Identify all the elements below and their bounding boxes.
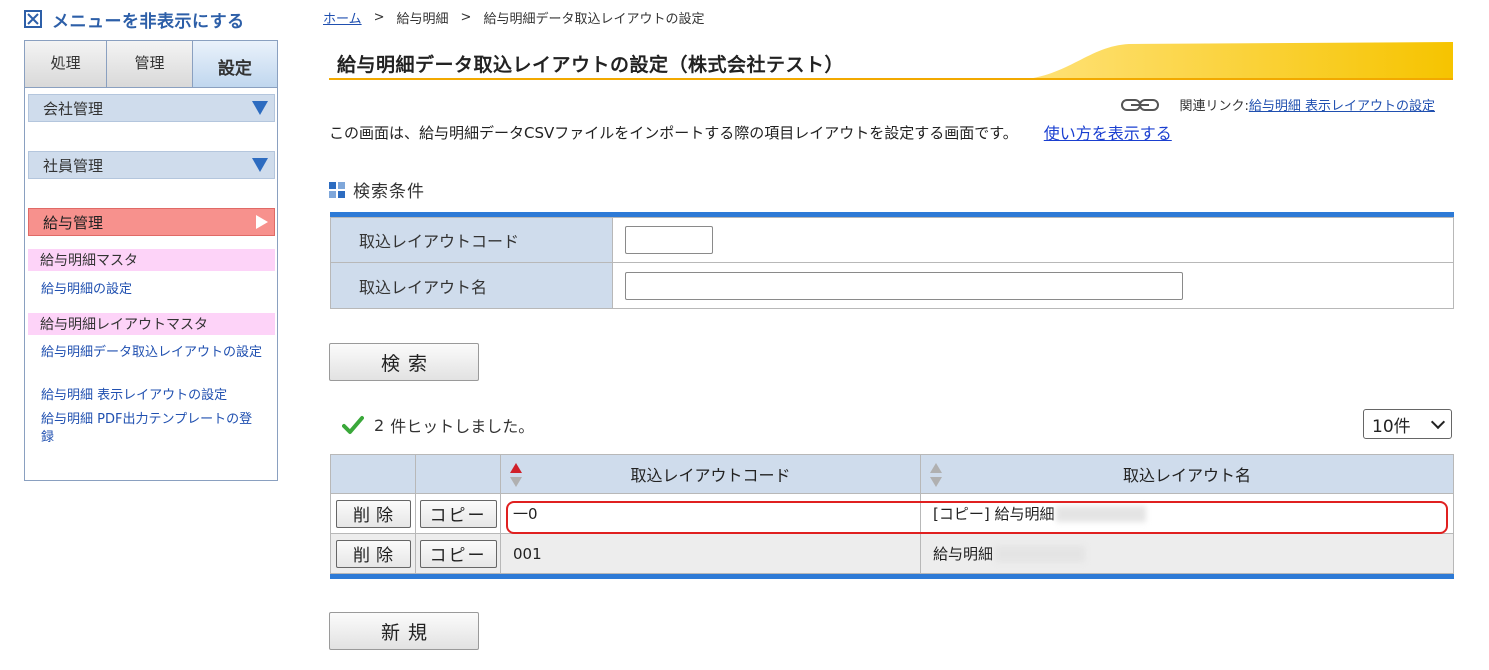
code-label: 取込レイアウトコード [331,218,613,262]
search-heading-label: 検索条件 [353,182,425,202]
column-header-label: 取込レイアウトコード [630,466,791,485]
section-label: 社員管理 [43,156,104,175]
name-cell [613,263,1453,308]
copy-button[interactable]: コピー [419,499,497,528]
copy-cell: コピー [416,534,501,573]
sidebar-link-import-layout[interactable]: 給与明細データ取込レイアウトの設定 [41,344,263,362]
code-cell [613,218,1453,262]
breadcrumb: ホーム > 給与明細 > 給与明細データ取込レイアウトの設定 [323,8,704,27]
breadcrumb-home[interactable]: ホーム [323,8,362,27]
chain-link-icon [1121,98,1160,111]
breadcrumb-current: 給与明細データ取込レイアウトの設定 [483,12,705,27]
description-text: この画面は、給与明細データCSVファイルをインポートする際の項目レイアウトを設定… [329,123,1018,142]
layout-name-input[interactable] [625,271,1183,300]
delete-button[interactable]: 削除 [335,539,411,568]
redacted-area [995,545,1086,562]
tab-management[interactable]: 管理 [107,41,193,88]
page-title-bar: 給与明細データ取込レイアウトの設定（株式会社テスト） [329,42,1453,80]
subhead-payslip-master: 給与明細マスタ [28,249,275,271]
column-header-code[interactable]: 取込レイアウトコード [501,455,921,493]
results-table: 取込レイアウトコード 取込レイアウト名 削除 コピー 一0 [コピー] 給与明細… [330,454,1454,579]
sort-icon[interactable] [929,462,943,488]
new-button[interactable]: 新規 [329,612,479,650]
hide-menu-toggle[interactable]: メニューを非表示にする [24,8,245,32]
delete-cell: 削除 [331,494,416,533]
triangle-down-icon [252,158,268,172]
hide-menu-label: メニューを非表示にする [52,11,245,32]
close-box-icon [24,10,42,28]
breadcrumb-separator: > [460,10,472,25]
tab-settings[interactable]: 設定 [192,41,277,88]
sidebar-menu: 会社管理 社員管理 給与管理 給与明細マスタ 給与明細の設定 給与明細レイアウト… [24,87,278,481]
sidebar-link-display-layout[interactable]: 給与明細 表示レイアウトの設定 [41,387,263,405]
copy-cell: コピー [416,494,501,533]
copy-button[interactable]: コピー [419,539,497,568]
sidebar-section-payroll[interactable]: 給与管理 [28,208,275,236]
show-help-link[interactable]: 使い方を表示する [1044,120,1172,144]
code-cell: 001 [501,534,921,573]
per-page-value: 10件 [1372,416,1411,437]
name-text: 給与明細 [933,545,994,563]
layout-code-input[interactable] [625,226,713,254]
header-empty-delete [331,455,416,493]
hit-suffix: 件ヒットしました。 [390,417,535,436]
triangle-right-icon [256,215,268,229]
section-label: 給与管理 [43,213,104,232]
breadcrumb-level1: 給与明細 [396,12,449,27]
name-label: 取込レイアウト名 [331,263,613,308]
delete-cell: 削除 [331,534,416,573]
triangle-down-icon [252,101,268,115]
grid-icon [329,181,345,198]
hit-count: 2 [374,415,385,435]
sidebar-link-payslip-settings[interactable]: 給与明細の設定 [41,281,263,299]
breadcrumb-separator: > [373,10,385,25]
table-header-row: 取込レイアウトコード 取込レイアウト名 [330,454,1454,494]
per-page-select[interactable]: 10件 [1363,409,1452,439]
page-title: 給与明細データ取込レイアウトの設定（株式会社テスト） [337,54,845,76]
search-button[interactable]: 検索 [329,343,479,381]
name-text: [コピー] 給与明細 [933,505,1055,523]
check-icon [342,416,364,434]
chevron-down-icon [1430,414,1446,429]
section-label: 会社管理 [43,99,104,118]
header-empty-copy [416,455,501,493]
delete-button[interactable]: 削除 [335,499,411,528]
search-form: 取込レイアウトコード 取込レイアウト名 [330,212,1454,309]
sidebar-section-employee[interactable]: 社員管理 [28,151,275,179]
form-row-code: 取込レイアウトコード [330,217,1454,263]
sidebar-tabs: 処理 管理 設定 [24,40,278,88]
related-label: 関連リンク: [1179,99,1249,114]
name-cell: [コピー] 給与明細 [921,494,1453,533]
related-links: 関連リンク: 給与明細 表示レイアウトの設定 [1121,95,1435,114]
form-row-name: 取込レイアウト名 [330,263,1454,309]
name-cell: 給与明細 [921,534,1453,573]
subhead-layout-master: 給与明細レイアウトマスタ [28,313,275,335]
table-row: 削除 コピー 一0 [コピー] 給与明細 [330,494,1454,534]
page-description: この画面は、給与明細データCSVファイルをインポートする際の項目レイアウトを設定… [329,120,1172,144]
redacted-area [1056,505,1147,522]
related-link-display-layout[interactable]: 給与明細 表示レイアウトの設定 [1249,95,1435,114]
sidebar-link-pdf-template[interactable]: 給与明細 PDF出力テンプレートの登録 [41,411,263,447]
sort-asc-icon[interactable] [509,462,523,488]
column-header-label: 取込レイアウト名 [1122,466,1251,485]
table-row: 削除 コピー 001 給与明細 [330,534,1454,574]
tab-processing[interactable]: 処理 [25,41,108,88]
sidebar-section-company[interactable]: 会社管理 [28,94,275,122]
column-header-name[interactable]: 取込レイアウト名 [921,455,1453,493]
result-message: 2 件ヒットしました。 [342,413,534,437]
search-conditions-heading: 検索条件 [329,177,425,202]
code-cell: 一0 [501,494,921,533]
